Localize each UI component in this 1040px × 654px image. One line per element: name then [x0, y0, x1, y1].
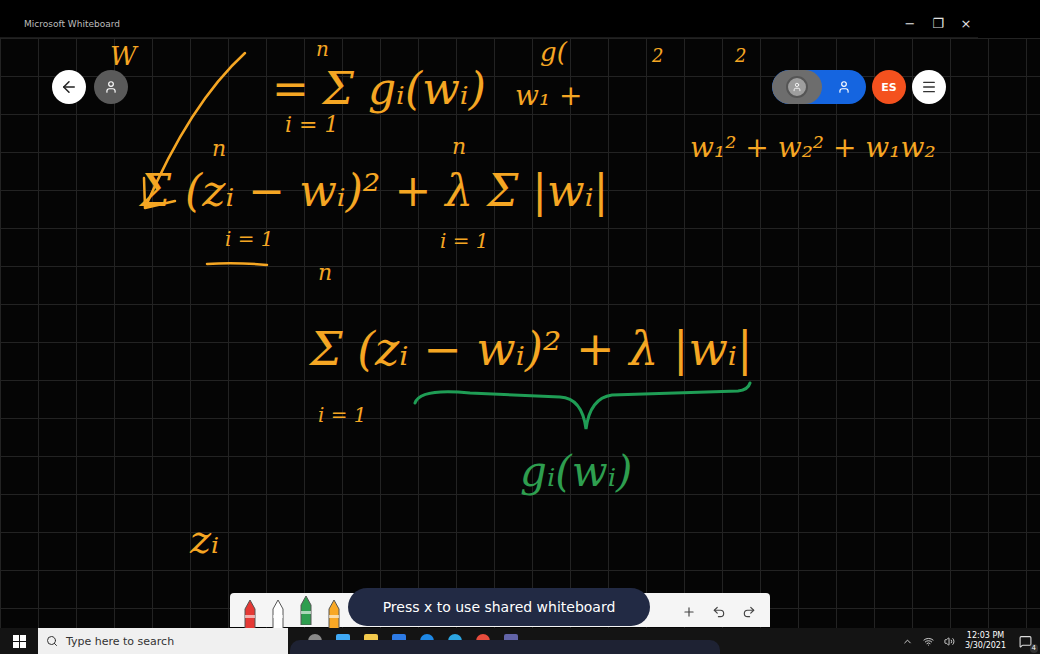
taskbar: Type here to search 12:03 PM3/30/2021 4: [0, 628, 1040, 654]
ink-stroke[interactable]: i = 1: [285, 112, 338, 137]
windows-logo-icon: [13, 635, 26, 648]
chevron-up-icon[interactable]: [902, 636, 913, 647]
pen-tool[interactable]: [324, 599, 344, 628]
search-placeholder: Type here to search: [66, 635, 174, 648]
system-tray: 12:03 PM3/30/2021 4: [902, 631, 1040, 651]
taskbar-search[interactable]: Type here to search: [38, 628, 288, 654]
ink-stroke[interactable]: n: [318, 260, 332, 285]
ink-stroke[interactable]: Σ (zᵢ − wᵢ)² + λ |wᵢ|: [310, 323, 753, 376]
settings-button[interactable]: [94, 70, 128, 104]
start-button[interactable]: [0, 635, 38, 648]
shared-whiteboard-tooltip: Press x to use shared whiteboard: [348, 588, 650, 626]
top-left-controls: [52, 70, 128, 104]
window-title: Microsoft Whiteboard: [24, 18, 120, 30]
avatar-icon: [786, 76, 808, 98]
pen-tool[interactable]: [296, 595, 316, 625]
notification-popup: [290, 640, 720, 654]
wifi-icon[interactable]: [923, 636, 934, 647]
participant-avatar[interactable]: ES: [872, 70, 906, 104]
volume-icon[interactable]: [944, 636, 955, 647]
pen-icon: [270, 599, 286, 628]
ink-stroke[interactable]: w₁² + w₂² + w₁w₂: [690, 132, 936, 164]
ink-stroke[interactable]: 2: [652, 46, 663, 67]
whiteboard-canvas[interactable]: Wn= Σ gᵢ(wᵢ)i = 1g(22w₁ +nΣ (zᵢ − wᵢ)² +…: [0, 38, 1040, 628]
top-right-controls: ES: [772, 70, 946, 104]
back-button[interactable]: [52, 70, 86, 104]
ink-stroke[interactable]: gᵢ(wᵢ): [520, 448, 633, 496]
window-control-button[interactable]: ❐: [930, 16, 946, 32]
search-icon: [46, 635, 58, 647]
ink-stroke[interactable]: zᵢ: [190, 516, 219, 562]
ink-stroke[interactable]: g(: [540, 38, 567, 68]
menu-button[interactable]: [912, 70, 946, 104]
arrow-left-icon: [60, 78, 78, 96]
clock[interactable]: 12:03 PM3/30/2021: [965, 631, 1006, 651]
ink-stroke[interactable]: = Σ gᵢ(wᵢ): [272, 64, 486, 115]
window-control-button[interactable]: ×: [958, 16, 974, 32]
share-toggle[interactable]: [772, 70, 866, 104]
add-button[interactable]: [678, 597, 700, 627]
underline-stroke[interactable]: [205, 260, 275, 268]
ink-stroke[interactable]: n: [316, 38, 329, 61]
window-controls: −❐ ×: [902, 16, 978, 32]
ink-stroke[interactable]: i = 1: [225, 228, 274, 251]
toggle-knob: [772, 70, 822, 104]
ink-stroke[interactable]: Σ (zᵢ − wᵢ)² + λ Σ |wᵢ|: [140, 166, 608, 217]
pen-tool[interactable]: [240, 599, 260, 628]
redo-icon: [742, 605, 756, 619]
pen-icon: [242, 599, 258, 628]
undo-icon: [712, 605, 726, 619]
clock-time: 12:03 PM: [967, 631, 1004, 641]
menu-icon: [921, 79, 937, 95]
ink-stroke[interactable]: n: [212, 136, 226, 161]
whiteboard-app: Microsoft Whiteboard−❐×Wn= Σ gᵢ(wᵢ)i = 1…: [0, 0, 1040, 654]
plus-icon: [682, 605, 696, 619]
user-icon: [104, 80, 118, 94]
clock-date: 3/30/2021: [965, 641, 1006, 651]
ink-stroke[interactable]: i = 1: [318, 404, 367, 427]
ink-stroke[interactable]: n: [452, 134, 466, 159]
ink-stroke[interactable]: 2: [735, 46, 746, 67]
notification-count: 4: [1030, 644, 1038, 653]
window-control-button[interactable]: −: [902, 16, 918, 32]
person-icon: [837, 80, 851, 94]
undo-button[interactable]: [708, 597, 730, 627]
action-center-button[interactable]: 4: [1016, 632, 1034, 650]
redo-button[interactable]: [738, 597, 760, 627]
ink-stroke[interactable]: i = 1: [440, 230, 489, 253]
pen-tool[interactable]: [268, 599, 288, 628]
arrow-stroke[interactable]: [130, 43, 260, 223]
ink-stroke[interactable]: w₁ +: [515, 80, 583, 112]
brace-stroke[interactable]: [410, 383, 755, 443]
invite-area: [822, 70, 866, 104]
ink-stroke[interactable]: W: [110, 42, 137, 72]
title-bar: Microsoft Whiteboard −❐ ×: [0, 0, 978, 38]
pen-icon: [326, 599, 342, 628]
pen-icon: [298, 595, 314, 625]
